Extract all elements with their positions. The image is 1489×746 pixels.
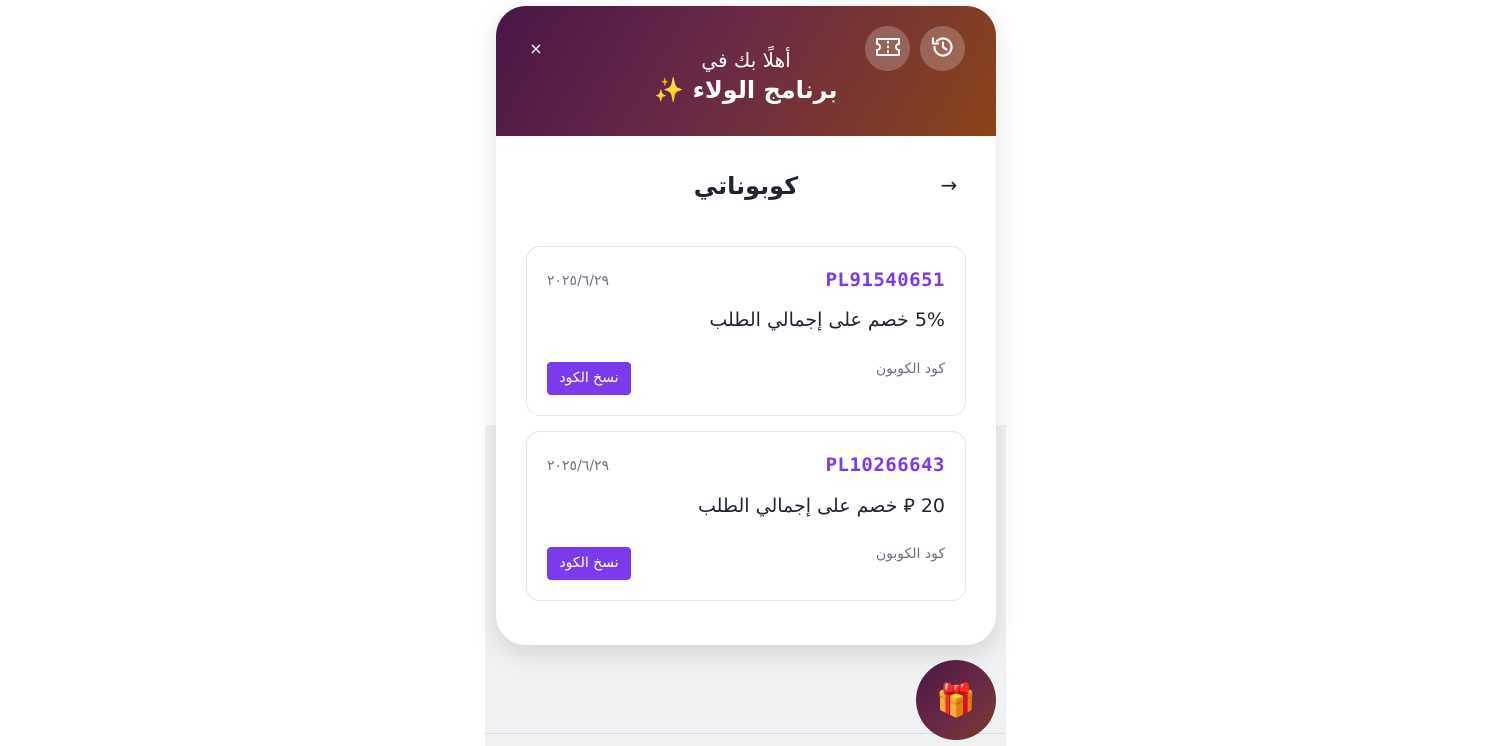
section-title: كوبوناتي — [693, 172, 799, 200]
copy-code-button[interactable]: نسخ الكود — [547, 362, 631, 395]
section-header: كوبوناتي → — [496, 166, 996, 206]
program-title: برنامج الولاء ✨ — [654, 76, 838, 104]
history-icon — [930, 34, 956, 64]
coupon-date: ٢٠٢٥/٦/٢٩ — [547, 273, 610, 289]
header-text: أهلًا بك في برنامج الولاء ✨ — [596, 46, 896, 106]
history-button[interactable] — [920, 26, 965, 71]
welcome-text: أهلًا بك في — [701, 48, 791, 72]
page-divider — [485, 733, 1006, 734]
coupon-date: ٢٠٢٥/٦/٢٩ — [547, 458, 610, 474]
coupon-description: 5% خصم على إجمالي الطلب — [709, 309, 945, 331]
coupon-card: PL91540651 ٢٠٢٥/٦/٢٩ 5% خصم على إجمالي ا… — [526, 246, 966, 416]
loyalty-widget: × أهلًا بك في برنامج الولاء ✨ كوبوناتي →… — [496, 6, 996, 645]
widget-header: × أهلًا بك في برنامج الولاء ✨ — [496, 6, 996, 136]
coupon-code: PL10266643 — [825, 454, 945, 476]
coupon-card: PL10266643 ٢٠٢٥/٦/٢٩ 20 ⃁ خصم على إجمالي… — [526, 431, 966, 601]
back-arrow-icon[interactable]: → — [936, 172, 962, 198]
gift-icon: 🎁 — [936, 681, 976, 719]
loyalty-launcher-button[interactable]: 🎁 — [916, 660, 996, 740]
ticket-icon — [875, 37, 901, 61]
close-button[interactable]: × — [526, 39, 546, 59]
copy-code-button[interactable]: نسخ الكود — [547, 547, 631, 580]
coupons-button[interactable] — [865, 26, 910, 71]
coupon-code-label: كود الكوبون — [875, 361, 945, 377]
coupon-code-label: كود الكوبون — [875, 546, 945, 562]
coupon-description: 20 ⃁ خصم على إجمالي الطلب — [697, 495, 945, 517]
coupon-code: PL91540651 — [825, 269, 945, 291]
